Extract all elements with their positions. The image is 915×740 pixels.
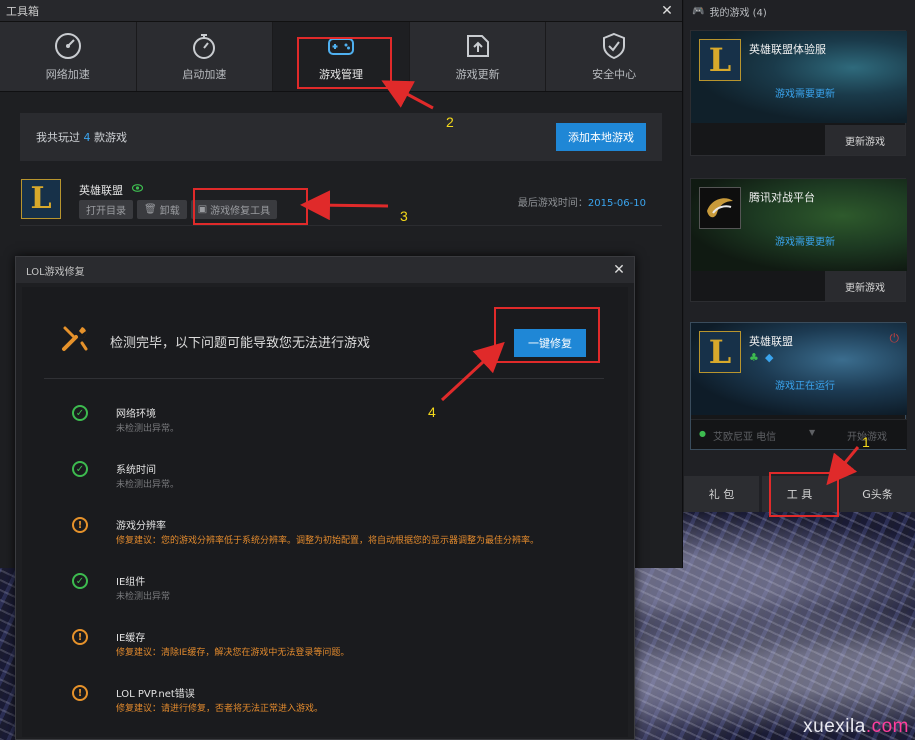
card-title: 英雄联盟 — [749, 335, 793, 348]
card-title: 英雄联盟体验服 — [749, 43, 826, 56]
check-detail: 修复建议：您的游戏分辨率低于系统分辨率。调整为初始配置，将自动根据您的显示器调整… — [116, 536, 540, 546]
last-played: 最后游戏时间：2015-06-10 — [517, 198, 646, 209]
lol-logo-icon: L — [699, 39, 741, 81]
check-detail: 未检测出异常。 — [116, 480, 180, 490]
check-name: IE缓存 — [116, 633, 146, 644]
game-name: 英雄联盟 — [79, 184, 123, 197]
check-warning-icon: ! — [72, 517, 88, 533]
open-folder-button[interactable]: 打开目录 — [79, 200, 133, 219]
dialog-titlebar: LOL游戏修复 ✕ — [16, 257, 634, 283]
tab-label: 网络加速 — [45, 67, 90, 81]
diamond-icon: ◆ — [765, 351, 774, 364]
scan-result-message: 检测完毕，以下问题可能导致您无法进行游戏 — [110, 336, 371, 351]
my-games-header: 🎮 我的游戏 (4) — [692, 5, 767, 19]
chevron-down-icon[interactable]: ▼ — [809, 428, 815, 437]
check-name: 网络环境 — [116, 409, 156, 420]
friends-icon: ♣ — [749, 351, 759, 364]
g-headlines-button[interactable]: G头条 — [840, 476, 915, 512]
uninstall-button[interactable]: 🗑 卸载 — [137, 200, 187, 219]
check-ok-icon: ✓ — [72, 405, 88, 421]
games-summary-bar: 我共玩过 4 款游戏 添加本地游戏 — [20, 113, 662, 161]
power-icon[interactable]: ⏻ — [890, 331, 900, 346]
close-icon[interactable]: ✕ — [658, 2, 676, 20]
trash-icon: 🗑 — [144, 204, 157, 215]
my-games-panel: 🎮 我的游戏 (4) L 英雄联盟体验服 游戏需要更新 更新游戏 腾讯对战平台 … — [684, 0, 915, 512]
shield-icon — [603, 32, 626, 59]
check-warning-icon: ! — [72, 685, 88, 701]
check-detail: 修复建议：清除IE缓存，解决您在游戏中无法登录等问题。 — [116, 648, 350, 658]
check-ok-icon: ✓ — [72, 573, 88, 589]
add-local-game-button[interactable]: 添加本地游戏 — [556, 123, 646, 151]
card-title: 腾讯对战平台 — [749, 191, 815, 204]
tab-label: 启动加速 — [182, 67, 227, 81]
card-status: 游戏需要更新 — [775, 237, 835, 248]
tencent-platform-logo-icon — [699, 187, 741, 229]
lol-logo-icon: L — [21, 179, 61, 219]
card-footer: ● 艾欧尼亚 电信 ▼ 开始游戏 — [691, 419, 907, 449]
step-number-1: 1 — [862, 434, 870, 450]
check-detail: 修复建议：请进行修复，否者将无法正常进入游戏。 — [116, 704, 324, 714]
toolbox-titlebar: 工具箱 ✕ — [0, 0, 682, 22]
close-icon[interactable]: ✕ — [610, 261, 628, 279]
gift-button[interactable]: 礼 包 — [684, 476, 759, 512]
card-status: 游戏需要更新 — [775, 89, 835, 100]
highlight-box-step4 — [494, 307, 600, 363]
gauge-icon — [54, 32, 81, 59]
tab-label: 安全中心 — [592, 67, 637, 81]
check-detail: 未检测出异常。 — [116, 424, 180, 434]
games-count: 4 — [83, 131, 91, 144]
dialog-title: LOL游戏修复 — [26, 266, 85, 278]
wrench-screwdriver-icon — [62, 326, 88, 351]
watermark: xuexila.com — [803, 716, 909, 737]
check-ok-icon: ✓ — [72, 461, 88, 477]
tab-game-update[interactable]: 游戏更新 — [410, 22, 547, 91]
step-number-4: 4 — [428, 404, 436, 420]
toolbox-title: 工具箱 — [6, 4, 39, 18]
tab-security-center[interactable]: 安全中心 — [546, 22, 682, 91]
update-game-button[interactable]: 更新游戏 — [825, 271, 905, 301]
tab-network-boost[interactable]: 网络加速 — [0, 22, 137, 91]
game-row: L 英雄联盟 打开目录 🗑 卸载 ▣ 游戏修复工具 最后游戏时间：2015-06-1… — [20, 178, 662, 226]
highlight-box-step1 — [769, 472, 839, 517]
card-status: 游戏正在运行 — [775, 381, 835, 392]
server-select[interactable]: 艾欧尼亚 电信 — [713, 428, 776, 443]
update-game-button[interactable]: 更新游戏 — [825, 125, 905, 155]
highlight-box-step2 — [297, 37, 392, 89]
check-name: IE组件 — [116, 577, 146, 588]
eye-icon[interactable] — [132, 184, 143, 192]
game-card-lol[interactable]: L 英雄联盟 ♣ ◆ ⏻ 游戏正在运行 ● 艾欧尼亚 电信 ▼ 开始游戏 — [690, 322, 907, 450]
game-card-tencent-platform[interactable]: 腾讯对战平台 游戏需要更新 更新游戏 — [690, 178, 907, 302]
lol-logo-icon: L — [699, 331, 741, 373]
step-number-3: 3 — [400, 208, 408, 224]
server-status-dot-icon: ● — [699, 429, 706, 438]
check-name: LOL PVP.net错误 — [116, 689, 195, 700]
step-number-2: 2 — [446, 114, 454, 130]
highlight-box-step3 — [193, 188, 308, 225]
tab-label: 游戏更新 — [455, 67, 500, 81]
games-count-text: 我共玩过 4 款游戏 — [36, 131, 127, 144]
upload-icon — [466, 34, 489, 57]
check-name: 系统时间 — [116, 465, 156, 476]
check-detail: 未检测出异常 — [116, 592, 171, 602]
game-card-lol-pbe[interactable]: L 英雄联盟体验服 游戏需要更新 更新游戏 — [690, 30, 907, 156]
check-name: 游戏分辨率 — [116, 521, 166, 532]
tab-startup-boost[interactable]: 启动加速 — [137, 22, 274, 91]
check-warning-icon: ! — [72, 629, 88, 645]
gamepad-small-icon: 🎮 — [692, 5, 705, 17]
stopwatch-icon — [193, 33, 216, 59]
